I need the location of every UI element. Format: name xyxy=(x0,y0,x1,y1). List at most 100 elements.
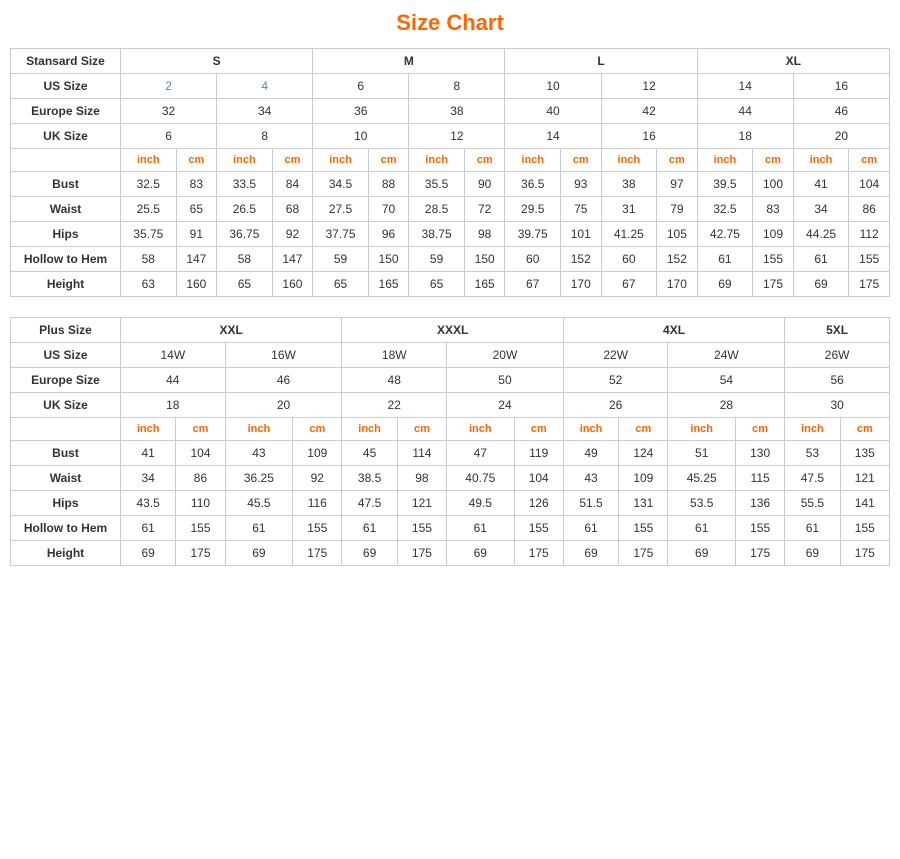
measurement-value: 35.5 xyxy=(409,172,465,197)
plus-euro-56: 56 xyxy=(785,368,890,393)
unit-label-empty xyxy=(11,149,121,172)
plus-us-26w: 26W xyxy=(785,343,890,368)
measurement-value: 32.5 xyxy=(121,172,177,197)
measurement-value: 126 xyxy=(514,491,563,516)
measurement-value: 110 xyxy=(176,491,225,516)
measurement-value: 92 xyxy=(272,222,313,247)
measurement-value: 61 xyxy=(793,247,849,272)
plus-euro-54: 54 xyxy=(668,368,785,393)
measurement-value: 51.5 xyxy=(563,491,618,516)
measurement-value: 65 xyxy=(217,272,273,297)
plus-unit-inch-6: inch xyxy=(785,418,840,441)
measurement-value: 47.5 xyxy=(785,466,840,491)
measurement-value: 147 xyxy=(272,247,313,272)
measurement-value: 155 xyxy=(514,516,563,541)
measurement-value: 45.25 xyxy=(668,466,736,491)
measurement-value: 175 xyxy=(293,541,342,566)
us-size-8: 8 xyxy=(409,74,505,99)
table-row: Waist25.56526.56827.57028.57229.57531793… xyxy=(11,197,890,222)
measurement-value: 175 xyxy=(397,541,446,566)
table-row: Bust32.58333.58434.58835.59036.593389739… xyxy=(11,172,890,197)
measurement-value: 29.5 xyxy=(505,197,561,222)
table-row: Hollow to Hem581475814759150591506015260… xyxy=(11,247,890,272)
measurement-value: 43 xyxy=(563,466,618,491)
measurement-value: 72 xyxy=(464,197,505,222)
measurement-value: 124 xyxy=(619,441,668,466)
measurement-label: Bust xyxy=(11,172,121,197)
plus-unit-inch-2: inch xyxy=(342,418,397,441)
uk-8: 8 xyxy=(217,124,313,149)
standard-s-header: S xyxy=(121,49,313,74)
measurement-value: 79 xyxy=(657,197,698,222)
measurement-value: 112 xyxy=(849,222,890,247)
measurement-value: 49 xyxy=(563,441,618,466)
standard-size-chart: Stansard Size S M L XL US Size 2 4 6 8 1… xyxy=(10,48,890,297)
measurement-value: 175 xyxy=(735,541,784,566)
plus-us-16w: 16W xyxy=(225,343,342,368)
measurement-value: 41 xyxy=(793,172,849,197)
uk-18: 18 xyxy=(697,124,793,149)
measurement-value: 96 xyxy=(368,222,409,247)
uk-20: 20 xyxy=(793,124,889,149)
euro-size-label: Europe Size xyxy=(11,99,121,124)
measurement-label: Hips xyxy=(11,491,121,516)
measurement-label: Height xyxy=(11,541,121,566)
plus-unit-cm-5: cm xyxy=(735,418,784,441)
euro-36: 36 xyxy=(313,99,409,124)
measurement-value: 175 xyxy=(849,272,890,297)
measurement-value: 31 xyxy=(601,197,657,222)
us-size-14: 14 xyxy=(697,74,793,99)
plus-unit-cm-1: cm xyxy=(293,418,342,441)
measurement-value: 43 xyxy=(225,441,293,466)
measurement-label: Bust xyxy=(11,441,121,466)
measurement-value: 83 xyxy=(176,172,217,197)
measurement-label: Hollow to Hem xyxy=(11,247,121,272)
measurement-value: 105 xyxy=(657,222,698,247)
measurement-label: Hips xyxy=(11,222,121,247)
standard-m-header: M xyxy=(313,49,505,74)
measurement-value: 44.25 xyxy=(793,222,849,247)
measurement-value: 38.75 xyxy=(409,222,465,247)
measurement-value: 175 xyxy=(514,541,563,566)
us-size-4: 4 xyxy=(217,74,313,99)
measurement-value: 90 xyxy=(464,172,505,197)
measurement-value: 55.5 xyxy=(785,491,840,516)
measurement-label: Height xyxy=(11,272,121,297)
measurement-value: 34 xyxy=(793,197,849,222)
unit-inch-7: inch xyxy=(793,149,849,172)
measurement-value: 36.25 xyxy=(225,466,293,491)
unit-inch-6: inch xyxy=(697,149,753,172)
euro-40: 40 xyxy=(505,99,601,124)
euro-34: 34 xyxy=(217,99,313,124)
measurement-value: 160 xyxy=(272,272,313,297)
plus-uk-24: 24 xyxy=(447,393,564,418)
measurement-value: 69 xyxy=(793,272,849,297)
unit-cm-3: cm xyxy=(464,149,505,172)
measurement-value: 43.5 xyxy=(121,491,176,516)
measurement-value: 83 xyxy=(753,197,794,222)
measurement-value: 98 xyxy=(397,466,446,491)
measurement-value: 147 xyxy=(176,247,217,272)
measurement-value: 33.5 xyxy=(217,172,273,197)
measurement-value: 155 xyxy=(293,516,342,541)
uk-12: 12 xyxy=(409,124,505,149)
us-size-6: 6 xyxy=(313,74,409,99)
measurement-value: 104 xyxy=(176,441,225,466)
table-row: Hips43.511045.511647.512149.512651.51315… xyxy=(11,491,890,516)
measurement-value: 150 xyxy=(368,247,409,272)
plus-unit-empty xyxy=(11,418,121,441)
measurement-label: Hollow to Hem xyxy=(11,516,121,541)
unit-cm-0: cm xyxy=(176,149,217,172)
measurement-value: 49.5 xyxy=(447,491,515,516)
measurement-value: 175 xyxy=(176,541,225,566)
measurement-value: 109 xyxy=(293,441,342,466)
plus-euro-46: 46 xyxy=(225,368,342,393)
measurement-value: 69 xyxy=(668,541,736,566)
plus-size-label: Plus Size xyxy=(11,318,121,343)
measurement-value: 130 xyxy=(735,441,784,466)
plus-us-20w: 20W xyxy=(447,343,564,368)
measurement-value: 26.5 xyxy=(217,197,273,222)
unit-cm-5: cm xyxy=(657,149,698,172)
measurement-value: 69 xyxy=(121,541,176,566)
us-size-label: US Size xyxy=(11,74,121,99)
